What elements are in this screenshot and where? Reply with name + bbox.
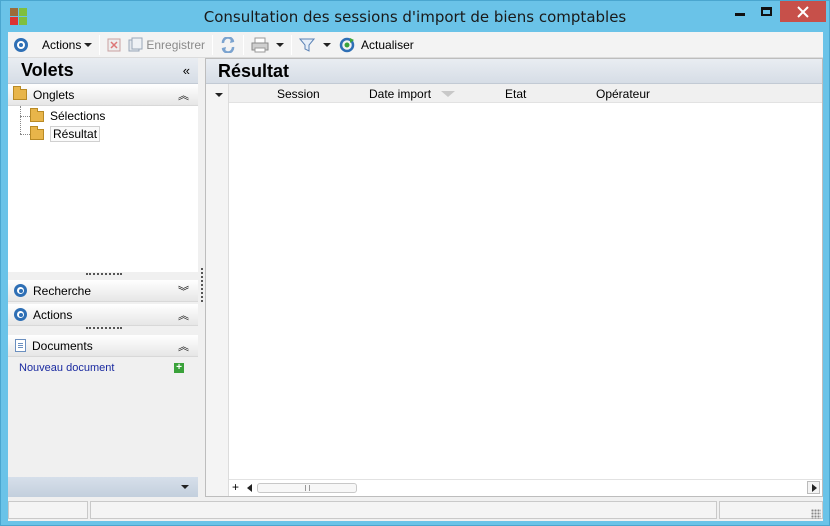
- tree-item-label: Résultat: [50, 126, 101, 142]
- status-cell: [719, 501, 823, 519]
- result-panel: Résultat Session Date import Etat Opérat…: [205, 58, 823, 497]
- minimize-icon: [735, 13, 745, 16]
- grid-column-headers: Session Date import Etat Opérateur: [229, 84, 822, 103]
- status-cell: [8, 501, 88, 519]
- search-group-icon: [14, 284, 27, 297]
- add-document-icon[interactable]: +: [174, 363, 184, 373]
- tree-line: [20, 106, 21, 134]
- document-icon: [15, 339, 26, 352]
- tabs-group-title: Onglets: [33, 87, 75, 102]
- print-icon: [251, 37, 269, 52]
- result-grid: Session Date import Etat Opérateur +: [206, 84, 822, 496]
- toolbar-separator: [243, 34, 245, 55]
- left-panel-footer[interactable]: [8, 477, 198, 497]
- tabs-group-header[interactable]: Onglets ︽: [8, 84, 198, 106]
- refresh-icon: [339, 37, 355, 52]
- folder-icon: [13, 86, 27, 100]
- toolbar-separator: [212, 34, 214, 55]
- actions-group-title: Actions: [33, 307, 73, 322]
- close-button[interactable]: [780, 1, 826, 22]
- chevron-up-icon[interactable]: ︽: [178, 307, 189, 323]
- toolbar-separator: [291, 34, 293, 55]
- maximize-icon: [760, 7, 772, 16]
- chevron-down-icon[interactable]: ︾: [178, 283, 189, 299]
- add-row-icon[interactable]: +: [232, 480, 239, 494]
- folder-icon: [30, 107, 44, 122]
- status-cell: [90, 501, 717, 519]
- column-header-session[interactable]: Session: [277, 87, 320, 101]
- sync-button[interactable]: [217, 34, 239, 56]
- title-bar[interactable]: Consultation des sessions d'import de bi…: [1, 1, 829, 32]
- save-button[interactable]: Enregistrer: [124, 34, 208, 56]
- splitter-grip[interactable]: [86, 273, 122, 275]
- chevron-down-icon: [276, 42, 285, 47]
- chevron-up-icon[interactable]: ︽: [178, 338, 189, 354]
- new-document-link[interactable]: Nouveau document: [19, 362, 114, 374]
- actions-button[interactable]: Actions: [11, 34, 95, 56]
- chevron-down-icon: [323, 42, 332, 47]
- result-header: Résultat: [206, 59, 822, 84]
- search-group-title: Recherche: [33, 283, 92, 298]
- search-group-header[interactable]: Recherche ︾: [8, 280, 198, 302]
- scroll-left-icon[interactable]: [247, 484, 252, 492]
- chevron-down-icon: [84, 42, 93, 47]
- tree-item-selections[interactable]: Sélections: [25, 107, 105, 125]
- grid-row-header: [206, 84, 229, 496]
- result-title: Résultat: [218, 61, 290, 81]
- toolbar-separator: [99, 34, 101, 55]
- tree-item-label: Sélections: [50, 109, 106, 123]
- column-chooser-icon[interactable]: [215, 93, 223, 97]
- save-icon: [128, 37, 143, 51]
- collapse-panel-icon[interactable]: «: [183, 63, 190, 78]
- column-header-operateur[interactable]: Opérateur: [596, 87, 650, 101]
- actions-group-icon: [14, 308, 27, 321]
- left-panel: Volets « Onglets ︽ Sélections Résultat R…: [8, 58, 198, 497]
- filter-button[interactable]: [296, 34, 334, 56]
- refresh-label: Actualiser: [361, 37, 414, 52]
- status-bar: [8, 499, 823, 521]
- actions-group-header[interactable]: Actions ︽: [8, 304, 198, 326]
- chevron-up-icon[interactable]: ︽: [178, 87, 189, 103]
- save-label: Enregistrer: [146, 37, 206, 52]
- print-button[interactable]: [248, 34, 287, 56]
- close-icon: [797, 5, 809, 18]
- scroll-right-button[interactable]: [807, 481, 820, 494]
- actions-icon: [14, 37, 28, 52]
- column-header-etat[interactable]: Etat: [505, 87, 526, 101]
- panes-header: Volets «: [8, 58, 198, 84]
- resize-grip-icon[interactable]: [811, 509, 821, 519]
- refresh-button[interactable]: Actualiser: [336, 34, 417, 56]
- documents-group-title: Documents: [32, 338, 93, 353]
- sort-indicator-icon: [441, 91, 455, 97]
- delete-icon: [107, 38, 121, 51]
- splitter-grip[interactable]: [86, 327, 122, 329]
- horizontal-scrollbar[interactable]: +: [229, 479, 822, 495]
- application-window: Consultation des sessions d'import de bi…: [0, 0, 830, 526]
- scroll-thumb[interactable]: [257, 483, 357, 493]
- documents-group-header[interactable]: Documents ︽: [8, 335, 198, 357]
- panes-title: Volets: [21, 60, 74, 80]
- maximize-button[interactable]: [753, 1, 779, 22]
- chevron-down-icon[interactable]: [181, 485, 189, 489]
- toolbar: Actions Enregistrer Actualiser: [8, 32, 823, 58]
- column-header-date-import[interactable]: Date import: [369, 87, 431, 101]
- delete-button[interactable]: [104, 34, 124, 56]
- sync-icon: [221, 36, 235, 53]
- client-area: Actions Enregistrer Actualiser Volets « …: [8, 32, 823, 521]
- tree-item-resultat[interactable]: Résultat: [25, 125, 101, 143]
- open-folder-icon: [30, 125, 44, 140]
- minimize-button[interactable]: [727, 1, 753, 22]
- window-title: Consultation des sessions d'import de bi…: [203, 8, 627, 26]
- actions-label: Actions: [42, 37, 82, 52]
- tabs-group-body: Sélections Résultat: [8, 106, 198, 272]
- splitter-grip[interactable]: [201, 268, 203, 302]
- filter-icon: [299, 38, 316, 52]
